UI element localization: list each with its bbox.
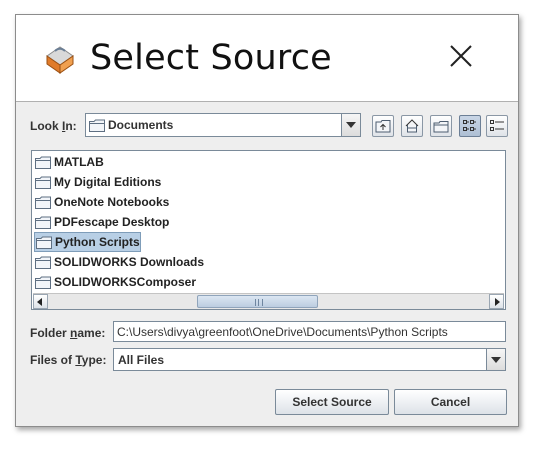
scroll-right-icon[interactable] xyxy=(489,294,504,309)
scroll-thumb[interactable] xyxy=(197,295,318,308)
list-item-label: OneNote Notebooks xyxy=(54,195,170,209)
folder-icon xyxy=(35,196,51,209)
folder-icon xyxy=(89,119,105,132)
files-of-type-label: Files of Type: xyxy=(30,353,107,367)
dialog-title: Select Source xyxy=(90,38,332,78)
list-view-button[interactable] xyxy=(459,115,481,137)
list-item[interactable]: SOLIDWORKS Downloads xyxy=(34,253,218,272)
folder-icon xyxy=(36,236,52,249)
close-icon[interactable] xyxy=(444,39,478,73)
home-button[interactable] xyxy=(401,115,423,137)
list-item[interactable]: PDFescape Desktop xyxy=(34,213,178,232)
look-in-value: Documents xyxy=(108,118,174,132)
folder-icon xyxy=(35,276,51,289)
grip-icon xyxy=(255,299,263,306)
chevron-down-icon[interactable] xyxy=(341,114,360,136)
up-one-level-icon xyxy=(375,120,391,133)
up-one-level-button[interactable] xyxy=(372,115,394,137)
file-list[interactable]: MATLAB My Digital Editions OneNote Noteb… xyxy=(31,150,506,310)
folder-icon xyxy=(35,176,51,189)
details-view-button[interactable] xyxy=(486,115,508,137)
new-folder-button[interactable] xyxy=(430,115,452,137)
scroll-left-icon[interactable] xyxy=(33,294,48,309)
list-item-label: Python Scripts xyxy=(55,235,140,249)
folder-icon xyxy=(35,216,51,229)
details-view-icon xyxy=(490,120,504,131)
home-icon xyxy=(405,119,419,133)
list-item[interactable]: SOLIDWORKSComposer xyxy=(34,273,218,292)
title-bar: Select Source xyxy=(16,15,518,102)
files-of-type-combo[interactable]: All Files xyxy=(113,348,506,371)
list-item-label: SOLIDWORKS Downloads xyxy=(54,255,204,269)
folder-icon xyxy=(35,156,51,169)
list-item[interactable]: My Digital Editions xyxy=(34,173,168,192)
list-item[interactable]: OneNote Notebooks xyxy=(34,193,178,212)
list-item[interactable]: MATLAB xyxy=(34,153,128,172)
list-item-selected[interactable]: Python Scripts xyxy=(34,232,141,252)
select-source-button[interactable]: Select Source xyxy=(275,389,389,415)
list-item-label: SOLIDWORKSComposer xyxy=(54,275,197,289)
new-folder-icon xyxy=(433,121,449,133)
list-item-label: My Digital Editions xyxy=(54,175,162,189)
folder-icon xyxy=(35,256,51,269)
look-in-label: Look In: xyxy=(30,119,77,133)
list-item-label: PDFescape Desktop xyxy=(54,215,170,229)
list-item-label: MATLAB xyxy=(54,155,104,169)
files-of-type-value: All Files xyxy=(118,353,165,367)
cancel-button[interactable]: Cancel xyxy=(394,389,507,415)
select-source-dialog: Select Source Look In: Documents MATLAB … xyxy=(15,14,519,427)
list-view-icon xyxy=(463,120,476,131)
look-in-combo[interactable]: Documents xyxy=(85,113,361,137)
folder-name-field[interactable]: C:\Users\divya\greenfoot\OneDrive\Docume… xyxy=(113,321,506,342)
folder-name-label: Folder name: xyxy=(30,326,106,340)
java-coffee-icon xyxy=(46,46,74,74)
chevron-down-icon[interactable] xyxy=(486,349,505,370)
horizontal-scrollbar[interactable] xyxy=(33,293,504,309)
